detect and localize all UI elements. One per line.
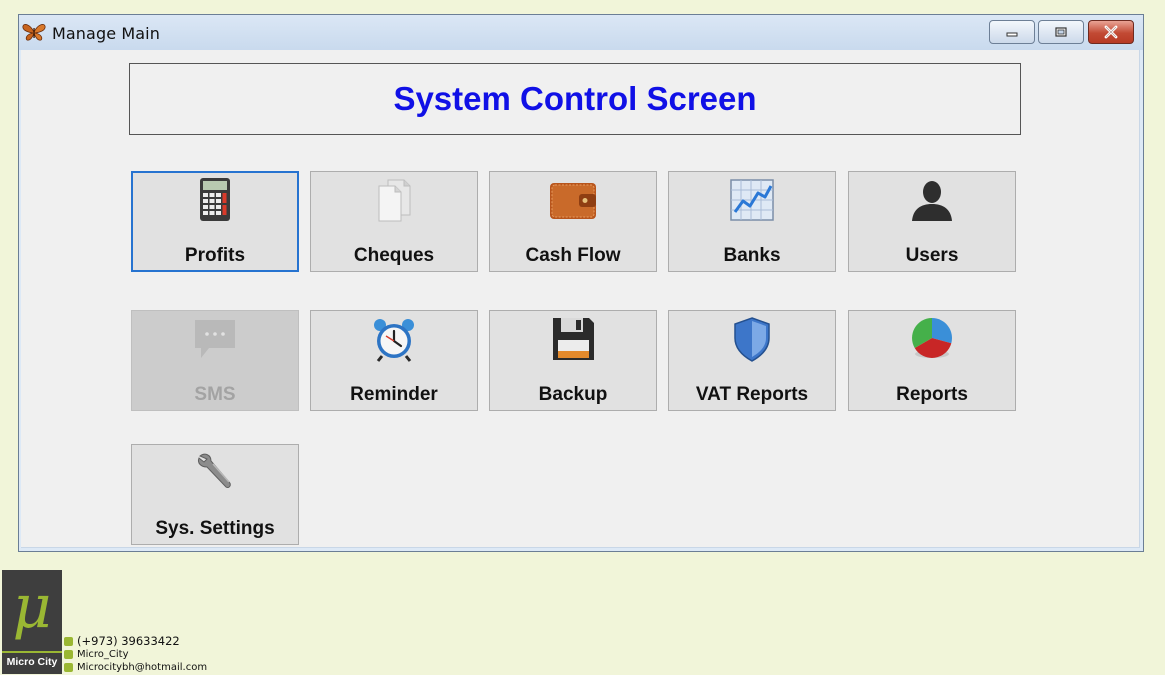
reports-button[interactable]: Reports	[848, 310, 1016, 411]
cheques-label: Cheques	[353, 245, 435, 266]
documents-icon	[378, 179, 411, 222]
contact-email: Microcitybh@hotmail.com	[64, 662, 207, 673]
banks-label: Banks	[723, 245, 781, 266]
butterfly-icon	[22, 24, 46, 41]
profits-button[interactable]: Profits	[131, 171, 299, 272]
sys-settings-label: Sys. Settings	[155, 518, 275, 539]
close-button[interactable]	[1088, 20, 1134, 44]
phone-icon	[64, 636, 73, 646]
screen-header: System Control Screen	[129, 63, 1021, 135]
maximize-button[interactable]	[1038, 20, 1084, 44]
window-title: Manage Main	[52, 24, 160, 43]
cash-flow-button[interactable]: Cash Flow	[489, 171, 657, 272]
vat-reports-label: VAT Reports	[695, 384, 809, 405]
screen-title: System Control Screen	[393, 80, 757, 117]
alarm-clock-icon	[374, 319, 414, 362]
instagram-text: Micro_City	[77, 649, 129, 660]
close-icon	[1104, 25, 1118, 39]
cheques-button[interactable]: Cheques	[310, 171, 478, 272]
restore-icon	[1055, 27, 1067, 37]
email-icon	[64, 663, 73, 672]
wrench-icon	[198, 453, 231, 488]
users-label: Users	[905, 245, 959, 266]
client-area: System Control Screen Profits Cheques Ca…	[21, 50, 1140, 548]
logo-text: Micro City	[2, 651, 62, 668]
reports-label: Reports	[896, 384, 968, 405]
phone-text: (+973) 39633422	[77, 634, 180, 648]
cash-flow-label: Cash Flow	[525, 245, 621, 266]
user-icon	[912, 181, 952, 221]
floppy-disk-icon	[553, 318, 594, 360]
users-button[interactable]: Users	[848, 171, 1016, 272]
minimize-button[interactable]	[989, 20, 1035, 44]
backup-button[interactable]: Backup	[489, 310, 657, 411]
wallet-icon	[550, 183, 596, 219]
profits-label: Profits	[184, 245, 246, 266]
email-text: Microcitybh@hotmail.com	[77, 662, 208, 673]
contact-instagram: Micro_City	[64, 649, 129, 660]
logo-symbol: μ	[12, 572, 52, 642]
micro-city-logo: μ Micro City	[2, 570, 62, 674]
shield-icon	[734, 317, 770, 362]
backup-label: Backup	[538, 384, 608, 405]
line-chart-icon	[730, 179, 774, 221]
title-bar[interactable]: Manage Main	[19, 15, 1143, 50]
manage-main-window: Manage Main System Control Screen Profit…	[18, 14, 1144, 552]
reminder-button[interactable]: Reminder	[310, 310, 478, 411]
sys-settings-button[interactable]: Sys. Settings	[131, 444, 299, 545]
reminder-label: Reminder	[350, 384, 438, 405]
chat-bubble-icon	[195, 320, 235, 358]
sms-label: SMS	[194, 384, 236, 405]
contact-phone: (+973) 39633422	[64, 634, 180, 648]
sms-button[interactable]: SMS	[131, 310, 299, 411]
calculator-icon	[200, 178, 230, 221]
banks-button[interactable]: Banks	[668, 171, 836, 272]
vat-reports-button[interactable]: VAT Reports	[668, 310, 836, 411]
instagram-icon	[64, 650, 73, 659]
minimize-icon	[1006, 32, 1018, 37]
pie-chart-icon	[912, 318, 952, 358]
